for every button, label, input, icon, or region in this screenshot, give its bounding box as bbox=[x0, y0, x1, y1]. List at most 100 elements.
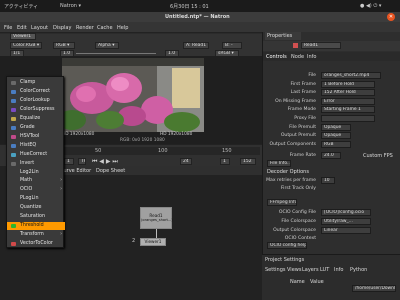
menu-layout[interactable]: Layout bbox=[31, 25, 48, 31]
menu-item-transform[interactable]: Transform › bbox=[7, 231, 65, 239]
read-node-file: (oranges_short...) bbox=[141, 218, 173, 222]
menu-item-quantize[interactable]: Quantize bbox=[7, 204, 65, 212]
ocio-config-file-label: OCIO Config File bbox=[278, 210, 316, 215]
invert-icon bbox=[11, 161, 16, 166]
menu-item-grade[interactable]: Grade bbox=[7, 124, 65, 132]
column-name: Name bbox=[290, 279, 305, 285]
output-colorspace-field[interactable]: Linear bbox=[321, 226, 371, 234]
layer-dropdown[interactable]: RGB ▾ bbox=[53, 42, 75, 49]
tab-project-settings[interactable]: Project Settings bbox=[265, 257, 304, 263]
tab-info-project[interactable]: Info bbox=[334, 267, 343, 273]
menu-item-saturation[interactable]: Saturation bbox=[7, 213, 65, 221]
menu-cache[interactable]: Cache bbox=[97, 25, 113, 31]
tab-info[interactable]: Info bbox=[307, 54, 316, 60]
tab-lut[interactable]: LUT bbox=[320, 267, 329, 273]
hydrangea-image bbox=[62, 58, 204, 132]
frame-input[interactable]: 1 bbox=[64, 158, 74, 165]
menu-display[interactable]: Display bbox=[53, 25, 71, 31]
tab-dope-sheet[interactable]: Dope Sheet bbox=[96, 168, 125, 174]
last-frame-label: Last Frame bbox=[290, 90, 316, 96]
menu-item-vectortocolor[interactable]: VectorToColor bbox=[7, 240, 65, 248]
menu-file[interactable]: File bbox=[4, 25, 12, 31]
project-path-field[interactable]: /home/user/Downloads/... bbox=[352, 285, 396, 292]
menu-edit[interactable]: Edit bbox=[17, 25, 27, 31]
menu-item-label: VectorToColor bbox=[20, 241, 53, 247]
node-color-icon[interactable] bbox=[293, 43, 298, 48]
ocio-help-button[interactable]: OCIO config help... bbox=[267, 242, 307, 249]
tab-views[interactable]: Views bbox=[287, 267, 301, 273]
ocio-context-label: OCIO Context bbox=[284, 236, 316, 241]
graph-tabs: Curve Editor Dope Sheet bbox=[58, 166, 262, 175]
file-premult-field[interactable]: Opaque bbox=[321, 123, 351, 131]
histeq-icon bbox=[11, 143, 16, 148]
menu-item-hsvtool[interactable]: HSVTool bbox=[7, 133, 65, 141]
read-node[interactable]: Read1 (oranges_short...) bbox=[140, 207, 173, 229]
frame-mode-field[interactable]: Starting Frame 1 bbox=[321, 106, 375, 114]
tab-properties[interactable]: Properties bbox=[265, 32, 301, 40]
menu-item-histeq[interactable]: HistEQ bbox=[7, 142, 65, 150]
custom-fps-checkbox[interactable]: Custom FPS bbox=[363, 153, 393, 159]
menu-item-colorlookup[interactable]: ColorLookup bbox=[7, 97, 65, 105]
system-top-bar: アクティビティ Natron ▾ 6月30日 15 : 01 ● ◀) ⏻ ▾ bbox=[0, 0, 400, 12]
submenu-arrow-icon: › bbox=[60, 232, 62, 238]
max-retries-field[interactable]: 10 bbox=[321, 177, 335, 184]
menu-item-label: ColorLookup bbox=[20, 97, 50, 103]
viewer-node[interactable]: Viewer1 bbox=[140, 238, 166, 246]
file-field[interactable]: oranges_short2.mp4 bbox=[321, 72, 381, 79]
ffmpeg-info-button[interactable]: FFmpeg Info... bbox=[267, 199, 297, 206]
playback-controls[interactable]: ⏮ ◀ ▶ ⏭ bbox=[92, 158, 118, 166]
vectortocolor-icon bbox=[11, 242, 16, 247]
menu-item-clamp[interactable]: Clamp bbox=[7, 79, 65, 87]
menu-item-colorcorrect[interactable]: ColorCorrect bbox=[7, 88, 65, 96]
menu-item-label: PLogLin bbox=[20, 196, 39, 202]
frame-mode-label: Frame Mode bbox=[287, 107, 316, 113]
menu-item-ploglin[interactable]: PLogLin bbox=[7, 195, 65, 203]
menu-item-label: HistEQ bbox=[20, 142, 37, 148]
menu-item-equalize[interactable]: Equalize bbox=[7, 115, 65, 123]
menu-item-log2lin[interactable]: Log2Lin bbox=[7, 169, 65, 177]
channels-dropdown[interactable]: Color.RGB ▾ bbox=[10, 42, 42, 49]
file-info-button[interactable]: File Info... bbox=[267, 160, 291, 167]
fps-input[interactable]: 24 bbox=[180, 158, 192, 165]
file-label: File bbox=[308, 73, 316, 78]
app-menu[interactable]: Natron ▾ bbox=[60, 3, 81, 9]
activities-label[interactable]: アクティビティ bbox=[4, 3, 38, 10]
tab-layers[interactable]: Layers bbox=[302, 267, 319, 273]
menu-item-colorsuppress[interactable]: ColorSuppress bbox=[7, 106, 65, 114]
alpha-dropdown[interactable]: Alpha ▾ bbox=[95, 42, 119, 49]
input-a-dropdown[interactable]: A: Read1 bbox=[183, 42, 209, 49]
close-icon[interactable]: ✕ bbox=[387, 13, 395, 21]
tab-controls[interactable]: Controls bbox=[266, 54, 287, 60]
rgb-info: RGB: 0x0 1920 1080 bbox=[120, 138, 165, 143]
menu-help[interactable]: Help bbox=[117, 25, 128, 31]
output-premult-field[interactable]: Opaque bbox=[321, 132, 351, 140]
menu-item-math[interactable]: Math › bbox=[7, 177, 65, 185]
end-frame[interactable]: 152 bbox=[240, 158, 256, 165]
start-frame[interactable]: 1 bbox=[220, 158, 230, 165]
tf-toggle[interactable]: TF bbox=[78, 158, 86, 165]
menu-item-invert[interactable]: Invert bbox=[7, 160, 65, 168]
on-missing-frame-field[interactable]: Error bbox=[321, 97, 375, 105]
colorsuppress-icon bbox=[11, 107, 16, 112]
menu-item-huecorrect[interactable]: HueCorrect bbox=[7, 151, 65, 159]
proxy-file-field[interactable] bbox=[321, 115, 375, 122]
last-frame-field[interactable]: 152 After Hold bbox=[321, 89, 375, 97]
input-b-dropdown[interactable]: B: - bbox=[222, 42, 242, 49]
clock[interactable]: 6月30日 15 : 01 bbox=[170, 3, 209, 10]
output-components-field[interactable]: RGB bbox=[321, 140, 351, 148]
tab-viewer1[interactable]: Viewer1 bbox=[10, 33, 36, 40]
node-name-field[interactable]: Read1 bbox=[301, 42, 341, 49]
file-colorspace-field[interactable]: Utility/raw_... bbox=[321, 217, 371, 225]
ocio-config-file-field[interactable]: [OCIO]/config.ocio bbox=[321, 209, 371, 216]
viewer-image bbox=[62, 58, 204, 132]
menu-item-ocio[interactable]: OCIO › bbox=[7, 186, 65, 194]
menu-item-threshold[interactable]: Threshold bbox=[7, 222, 65, 231]
tab-python[interactable]: Python bbox=[350, 267, 367, 273]
gain-slider[interactable] bbox=[76, 53, 156, 54]
system-status[interactable]: ● ◀) ⏻ ▾ bbox=[360, 3, 381, 9]
menu-render[interactable]: Render bbox=[76, 25, 94, 31]
frame-rate-field[interactable]: 24.0 bbox=[321, 152, 341, 159]
first-frame-field[interactable]: 1 Before Hold bbox=[321, 80, 375, 88]
tab-settings[interactable]: Settings bbox=[265, 267, 286, 273]
tab-node[interactable]: Node bbox=[291, 54, 304, 60]
